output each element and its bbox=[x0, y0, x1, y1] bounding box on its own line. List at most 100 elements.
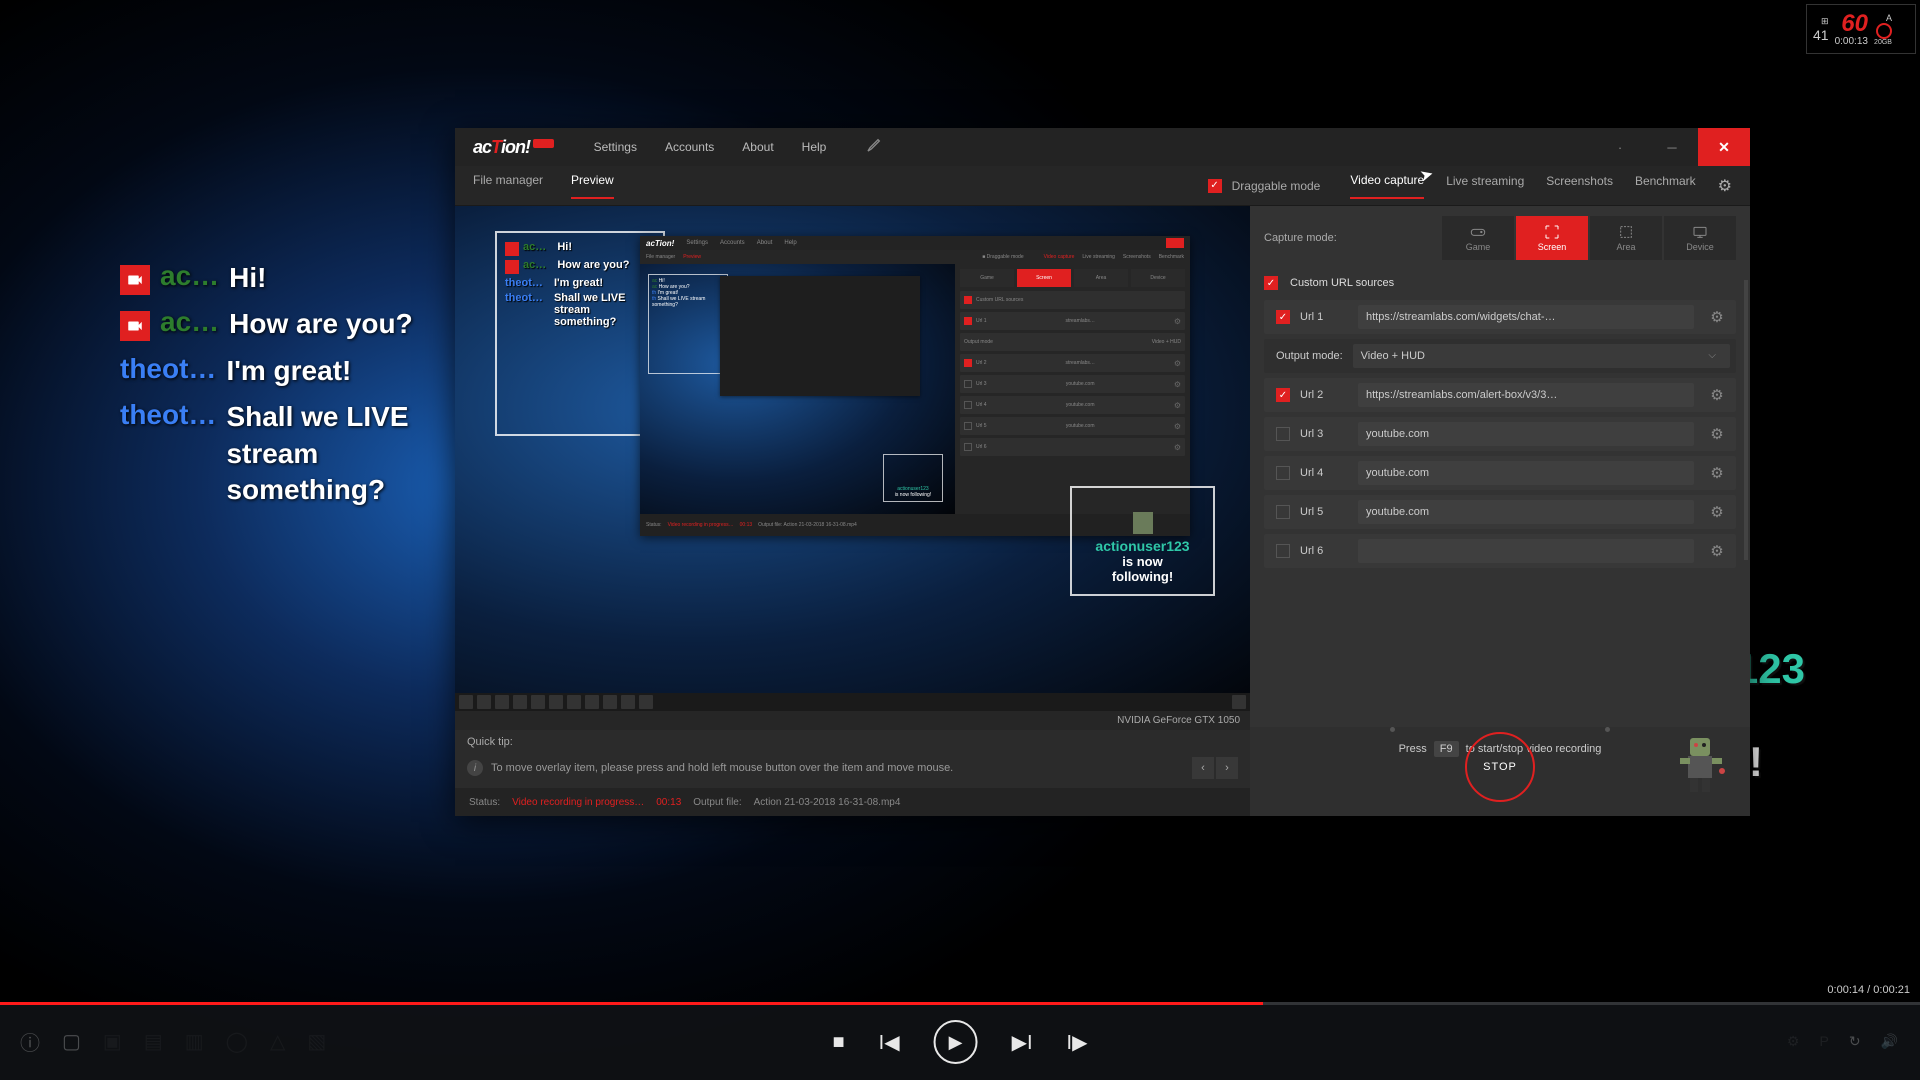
prev-button[interactable]: I◀ bbox=[879, 1030, 900, 1055]
side-tab-screenshots[interactable]: Screenshots bbox=[1546, 174, 1613, 198]
mode-game-button[interactable]: Game bbox=[1442, 216, 1514, 260]
url6-label: Url 6 bbox=[1300, 545, 1348, 557]
preview-viewport[interactable]: ac… Hi! ac… How are you? theot… I'm grea… bbox=[455, 206, 1250, 711]
url3-gear-icon[interactable]: ⚙ bbox=[1704, 421, 1730, 447]
tab-file-manager[interactable]: File manager bbox=[473, 173, 543, 199]
url4-checkbox[interactable] bbox=[1276, 466, 1290, 480]
url1-gear-icon[interactable]: ⚙ bbox=[1704, 304, 1730, 330]
tip-prev-button[interactable]: ‹ bbox=[1192, 757, 1214, 779]
pager-dot[interactable] bbox=[1605, 727, 1610, 732]
url6-gear-icon[interactable]: ⚙ bbox=[1704, 538, 1730, 564]
app-logo: acTion! BETA bbox=[473, 137, 554, 158]
picture-icon[interactable]: ▥ bbox=[185, 1029, 204, 1054]
status-label: Status: bbox=[469, 797, 500, 808]
draggable-checkbox[interactable]: ✓ bbox=[1208, 179, 1222, 193]
url-row-2: ✓ Url 2 https://streamlabs.com/alert-box… bbox=[1264, 378, 1736, 412]
chat-username: theot… bbox=[120, 399, 216, 431]
url1-checkbox[interactable]: ✓ bbox=[1276, 310, 1290, 324]
fps-bitrate: 20GB bbox=[1874, 39, 1892, 46]
menu-about[interactable]: About bbox=[742, 140, 773, 154]
folder-icon[interactable]: ▤ bbox=[144, 1029, 163, 1054]
camera-icon bbox=[120, 311, 150, 341]
url1-input[interactable]: https://streamlabs.com/widgets/chat-… bbox=[1358, 305, 1694, 329]
press-label: Press bbox=[1399, 743, 1427, 755]
menu-settings[interactable]: Settings bbox=[594, 140, 637, 154]
fast-forward-button[interactable]: I▶ bbox=[1067, 1030, 1088, 1055]
pager-dot[interactable] bbox=[1390, 727, 1395, 732]
tip-next-button[interactable]: › bbox=[1216, 757, 1238, 779]
info-icon[interactable]: ⓘ bbox=[20, 1027, 40, 1056]
url2-label: Url 2 bbox=[1300, 389, 1348, 401]
side-tab-benchmark[interactable]: Benchmark bbox=[1635, 174, 1696, 198]
triangle-icon[interactable]: △ bbox=[270, 1029, 285, 1054]
gear-icon[interactable]: ⚙ bbox=[1787, 1033, 1800, 1050]
chat-message: I'm great! bbox=[226, 353, 351, 389]
url2-input[interactable]: https://streamlabs.com/alert-box/v3/3… bbox=[1358, 383, 1694, 407]
layers-icon[interactable]: ▣ bbox=[103, 1029, 122, 1054]
url-row-6: Url 6 . ⚙ bbox=[1264, 534, 1736, 568]
title-bar[interactable]: acTion! BETA Settings Accounts About Hel… bbox=[455, 128, 1750, 166]
preview-panel: ac… Hi! ac… How are you? theot… I'm grea… bbox=[455, 206, 1250, 816]
custom-url-checkbox[interactable]: ✓ bbox=[1264, 276, 1278, 290]
image-icon[interactable]: ▧ bbox=[307, 1029, 326, 1054]
url2-checkbox[interactable]: ✓ bbox=[1276, 388, 1290, 402]
stop-button[interactable]: ■ bbox=[833, 1031, 845, 1054]
record-indicator-icon bbox=[1876, 23, 1892, 39]
stop-record-button[interactable]: STOP bbox=[1465, 732, 1535, 802]
repeat-icon[interactable]: ↻ bbox=[1849, 1033, 1861, 1050]
settings-gear-icon[interactable]: ⚙ bbox=[1718, 176, 1732, 196]
url4-input[interactable]: youtube.com bbox=[1358, 461, 1694, 485]
progress-track[interactable] bbox=[0, 1002, 1920, 1005]
video-player-bar: 0:00:14 / 0:00:21 ⓘ ▢ ▣ ▤ ▥ ◯ △ ▧ ■ I◀ ▶… bbox=[0, 1002, 1920, 1080]
output-file: Action 21-03-2018 16-31-08.mp4 bbox=[754, 797, 901, 808]
side-tab-video-capture[interactable]: Video capture bbox=[1350, 173, 1424, 199]
scrollbar[interactable] bbox=[1744, 280, 1748, 560]
mode-device-button[interactable]: Device bbox=[1664, 216, 1736, 260]
chat-message: How are you? bbox=[229, 306, 413, 342]
sub-tab-bar: File manager Preview ✓ Draggable mode Vi… bbox=[455, 166, 1750, 206]
play-button[interactable]: ▶ bbox=[934, 1020, 978, 1064]
url3-checkbox[interactable] bbox=[1276, 427, 1290, 441]
url2-gear-icon[interactable]: ⚙ bbox=[1704, 382, 1730, 408]
p-icon[interactable]: P bbox=[1819, 1033, 1828, 1049]
url6-input[interactable]: . bbox=[1358, 539, 1694, 563]
url5-label: Url 5 bbox=[1300, 506, 1348, 518]
status-bar: Status: Video recording in progress… 00:… bbox=[455, 788, 1250, 816]
url5-gear-icon[interactable]: ⚙ bbox=[1704, 499, 1730, 525]
mode-screen-button[interactable]: Screen bbox=[1516, 216, 1588, 260]
overlay-region-alert[interactable]: actionuser123 is now following! bbox=[1070, 486, 1215, 596]
menu-help[interactable]: Help bbox=[802, 140, 827, 154]
progress-fill bbox=[0, 1002, 1263, 1005]
output-mode-row: Output mode: Video + HUD⌵ bbox=[1264, 339, 1736, 373]
mode-area-button[interactable]: Area bbox=[1590, 216, 1662, 260]
menu-accounts[interactable]: Accounts bbox=[665, 140, 714, 154]
tip-header: Quick tip: bbox=[467, 736, 533, 748]
window-minimize-button[interactable]: ─ bbox=[1646, 128, 1698, 166]
chat-username: theot… bbox=[120, 353, 216, 385]
chat-row: theot… Shall we LIVE stream something? bbox=[120, 399, 470, 508]
window-close-button[interactable]: ✕ bbox=[1698, 128, 1750, 166]
url3-label: Url 3 bbox=[1300, 428, 1348, 440]
next-button[interactable]: ▶I bbox=[1012, 1030, 1033, 1055]
draw-icon[interactable] bbox=[866, 137, 882, 158]
tab-preview[interactable]: Preview bbox=[571, 173, 614, 199]
chat-row: ac… How are you? bbox=[120, 306, 470, 342]
url3-input[interactable]: youtube.com bbox=[1358, 422, 1694, 446]
url5-input[interactable]: youtube.com bbox=[1358, 500, 1694, 524]
side-tab-live-streaming[interactable]: Live streaming bbox=[1446, 174, 1524, 198]
output-mode-select[interactable]: Video + HUD⌵ bbox=[1353, 344, 1730, 368]
url6-checkbox[interactable] bbox=[1276, 544, 1290, 558]
url4-gear-icon[interactable]: ⚙ bbox=[1704, 460, 1730, 486]
win-icon: ⊞ bbox=[1821, 16, 1829, 27]
volume-icon[interactable]: 🔊 bbox=[1881, 1033, 1898, 1050]
window-help-button[interactable]: · bbox=[1594, 128, 1646, 166]
camera-icon[interactable]: ▢ bbox=[62, 1029, 81, 1054]
capture-mode-label: Capture mode: bbox=[1264, 232, 1337, 244]
time-label: 0:00:14 / 0:00:21 bbox=[1827, 984, 1910, 996]
url-row-4: Url 4 youtube.com ⚙ bbox=[1264, 456, 1736, 490]
circle-icon[interactable]: ◯ bbox=[226, 1029, 248, 1054]
url5-checkbox[interactable] bbox=[1276, 505, 1290, 519]
camera-icon bbox=[120, 265, 150, 295]
beta-badge: BETA bbox=[533, 139, 554, 148]
url-row-1: ✓ Url 1 https://streamlabs.com/widgets/c… bbox=[1264, 300, 1736, 334]
